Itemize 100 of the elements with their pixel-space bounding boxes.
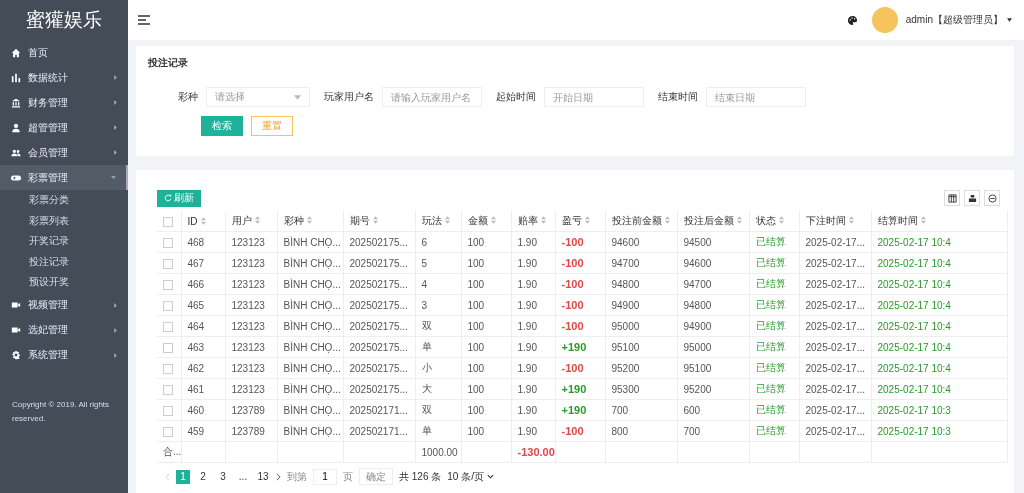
checkbox[interactable] bbox=[163, 321, 173, 332]
column-header[interactable]: 用户 bbox=[231, 215, 252, 226]
table-cell: 202502171... bbox=[343, 399, 415, 421]
sort-icon[interactable] bbox=[736, 216, 742, 224]
sort-icon[interactable] bbox=[848, 216, 854, 224]
checkbox[interactable] bbox=[163, 405, 173, 416]
panel-title: 投注记录 bbox=[148, 56, 189, 70]
column-header[interactable]: 期号 bbox=[349, 215, 370, 226]
total-cell: 1000.00 bbox=[415, 441, 461, 463]
page-link[interactable]: ... bbox=[236, 469, 250, 484]
sort-icon[interactable] bbox=[920, 216, 926, 224]
page-link[interactable]: 3 bbox=[216, 469, 230, 484]
table-cell: 1.90 bbox=[511, 252, 555, 274]
next-page-icon[interactable] bbox=[276, 472, 281, 481]
table-cell: 94900 bbox=[677, 315, 749, 337]
table-cell: 94800 bbox=[605, 273, 677, 295]
checkbox[interactable] bbox=[163, 363, 173, 374]
table-cell: 2025-02-17... bbox=[799, 252, 871, 274]
nav-item[interactable]: 数据统计 bbox=[0, 65, 128, 90]
checkbox[interactable] bbox=[163, 300, 173, 311]
nav-item[interactable]: 超管管理 bbox=[0, 115, 128, 140]
table-cell: 467 bbox=[181, 252, 225, 274]
table-cell: -100 bbox=[555, 315, 605, 337]
nav-item[interactable]: 财务管理 bbox=[0, 90, 128, 115]
sort-icon[interactable] bbox=[664, 216, 670, 224]
table-cell: 小 bbox=[415, 357, 461, 379]
column-header[interactable]: 结算时间 bbox=[877, 215, 918, 226]
table-cell: 2025-02-17 10:4 bbox=[871, 378, 1008, 400]
table-cell: 202502175... bbox=[343, 231, 415, 253]
table-cell: 已结算 bbox=[749, 336, 799, 358]
input-field[interactable]: 开始日期 bbox=[544, 87, 644, 107]
sort-icon[interactable] bbox=[540, 216, 546, 224]
columns-icon[interactable] bbox=[944, 190, 960, 206]
checkbox[interactable] bbox=[163, 426, 173, 437]
sort-icon[interactable] bbox=[372, 216, 378, 224]
palette-icon[interactable] bbox=[846, 14, 858, 26]
sort-icon[interactable] bbox=[444, 216, 450, 224]
table-cell: 95000 bbox=[605, 315, 677, 337]
nav-item[interactable]: 选妃管理 bbox=[0, 317, 128, 343]
column-header[interactable]: 彩种 bbox=[283, 215, 304, 226]
column-header[interactable]: 投注后金额 bbox=[683, 215, 734, 226]
submenu-item[interactable]: 彩票列表 bbox=[0, 210, 128, 231]
column-header[interactable]: 金额 bbox=[467, 215, 488, 226]
page-input[interactable]: 1 bbox=[313, 468, 337, 485]
column-header[interactable]: 状态 bbox=[755, 215, 776, 226]
table-cell: 202502175... bbox=[343, 294, 415, 316]
sort-icon[interactable] bbox=[584, 216, 590, 224]
submenu-item[interactable]: 投注记录 bbox=[0, 251, 128, 272]
table-cell: 94700 bbox=[605, 252, 677, 274]
sort-icon[interactable] bbox=[254, 216, 260, 224]
table-cell: BÌNH CHỌ... bbox=[277, 378, 343, 400]
total-cell: -130.00 bbox=[511, 441, 555, 463]
export-icon[interactable] bbox=[964, 190, 980, 206]
sort-icon[interactable] bbox=[200, 216, 206, 225]
checkbox[interactable] bbox=[163, 384, 173, 395]
checkbox[interactable] bbox=[163, 258, 173, 269]
nav-item[interactable]: 彩票管理 bbox=[0, 165, 128, 190]
checkbox[interactable] bbox=[163, 342, 173, 353]
confirm-button[interactable]: 确定 bbox=[359, 468, 393, 485]
user-menu[interactable]: admin【超级管理员】 bbox=[905, 13, 1003, 27]
table-cell: 94700 bbox=[677, 273, 749, 295]
table-cell: 202502171... bbox=[343, 420, 415, 442]
input-field[interactable]: 请输入玩家用户名 bbox=[382, 87, 482, 107]
table-cell: 459 bbox=[181, 420, 225, 442]
dropdown-icon bbox=[294, 94, 301, 100]
nav-item[interactable]: 首页 bbox=[0, 40, 128, 65]
nav-item[interactable]: 视频管理 bbox=[0, 292, 128, 318]
table-cell: 100 bbox=[461, 252, 511, 274]
column-header[interactable]: 盈亏 bbox=[561, 215, 582, 226]
input-field[interactable]: 结束日期 bbox=[706, 87, 806, 107]
submenu-item[interactable]: 开奖记录 bbox=[0, 231, 128, 252]
checkbox[interactable] bbox=[163, 237, 173, 248]
column-header[interactable]: 投注前金额 bbox=[611, 215, 662, 226]
menu-icon[interactable] bbox=[138, 15, 150, 25]
prev-page-icon[interactable] bbox=[165, 472, 170, 481]
checkbox[interactable] bbox=[163, 216, 173, 227]
sort-icon[interactable] bbox=[306, 216, 312, 224]
column-header[interactable]: 玩法 bbox=[421, 215, 442, 226]
nav-item[interactable]: 会员管理 bbox=[0, 140, 128, 165]
submenu-item[interactable]: 预设开奖 bbox=[0, 272, 128, 293]
column-header[interactable]: 下注时间 bbox=[805, 215, 846, 226]
column-header[interactable]: ID bbox=[187, 215, 198, 227]
table-cell: BÌNH CHỌ... bbox=[277, 420, 343, 442]
checkbox[interactable] bbox=[163, 279, 173, 290]
page-link[interactable]: 2 bbox=[196, 469, 210, 484]
table-cell: 95200 bbox=[605, 357, 677, 379]
nav-item[interactable]: 系统管理 bbox=[0, 342, 128, 368]
sort-icon[interactable] bbox=[778, 216, 784, 224]
avatar[interactable] bbox=[871, 7, 898, 33]
table-cell: 2025-02-17 10:3 bbox=[871, 420, 1008, 442]
page-size-select[interactable]: 10 条/页 bbox=[447, 469, 494, 484]
table-cell: 123123 bbox=[225, 315, 277, 337]
table-cell: 1.90 bbox=[511, 273, 555, 295]
column-header[interactable]: 赔率 bbox=[517, 215, 538, 226]
table-cell: 94600 bbox=[677, 252, 749, 274]
table-cell: 1.90 bbox=[511, 357, 555, 379]
submenu-item[interactable]: 彩票分类 bbox=[0, 190, 128, 211]
sort-icon[interactable] bbox=[490, 216, 496, 224]
chart-icon bbox=[11, 72, 21, 83]
page-link[interactable]: 13 bbox=[256, 469, 270, 484]
